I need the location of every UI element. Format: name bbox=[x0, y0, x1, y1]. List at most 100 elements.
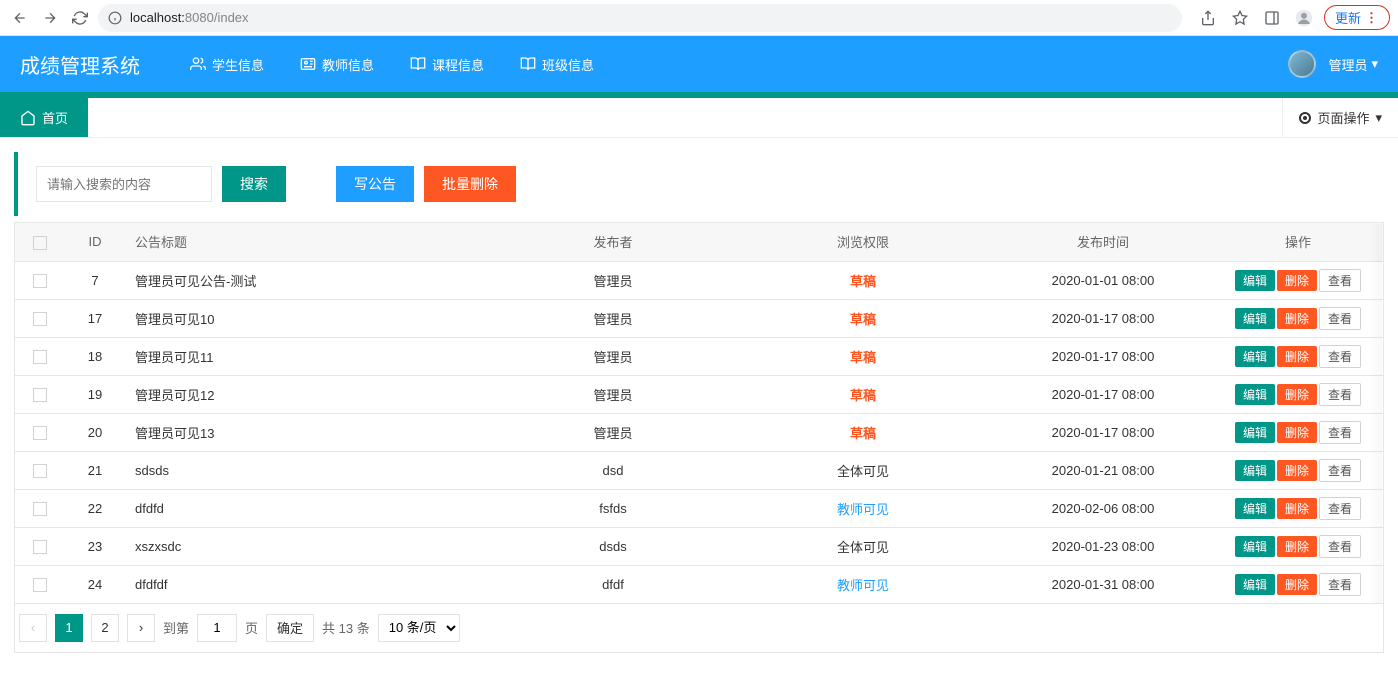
row-checkbox[interactable] bbox=[33, 312, 47, 326]
page-size-select[interactable]: 10 条/页 bbox=[378, 614, 460, 642]
delete-button[interactable]: 删除 bbox=[1277, 536, 1317, 557]
view-button[interactable]: 查看 bbox=[1319, 383, 1361, 406]
cell-actions: 编辑删除查看 bbox=[1213, 413, 1383, 451]
write-notice-button[interactable]: 写公告 bbox=[336, 166, 414, 202]
row-checkbox[interactable] bbox=[33, 464, 47, 478]
cell-time: 2020-01-17 08:00 bbox=[993, 375, 1213, 413]
th-id: ID bbox=[65, 223, 125, 261]
delete-button[interactable]: 删除 bbox=[1277, 308, 1317, 329]
page-1[interactable]: 1 bbox=[55, 614, 83, 642]
goto-input[interactable] bbox=[197, 614, 237, 642]
cell-actions: 编辑删除查看 bbox=[1213, 527, 1383, 565]
delete-button[interactable]: 删除 bbox=[1277, 422, 1317, 443]
cell-id: 7 bbox=[65, 261, 125, 299]
info-icon bbox=[108, 11, 122, 25]
home-icon bbox=[20, 110, 36, 126]
pagination: ‹ 1 2 › 到第 页 确定 共 13 条 10 条/页 bbox=[14, 604, 1384, 653]
view-button[interactable]: 查看 bbox=[1319, 573, 1361, 596]
search-input[interactable] bbox=[36, 166, 212, 202]
main-nav: 学生信息 教师信息 课程信息 班级信息 bbox=[190, 55, 594, 74]
panel-icon[interactable] bbox=[1260, 6, 1284, 30]
avatar[interactable] bbox=[1288, 50, 1316, 78]
cell-publisher: dsd bbox=[493, 451, 733, 489]
page-operations-dropdown[interactable]: 页面操作 ▾ bbox=[1282, 98, 1398, 137]
nav-teacher[interactable]: 教师信息 bbox=[300, 55, 374, 74]
cell-actions: 编辑删除查看 bbox=[1213, 489, 1383, 527]
row-checkbox[interactable] bbox=[33, 426, 47, 440]
th-title: 公告标题 bbox=[125, 223, 493, 261]
page-prev[interactable]: ‹ bbox=[19, 614, 47, 642]
app-header: 成绩管理系统 学生信息 教师信息 课程信息 班级信息 管理员 ▾ bbox=[0, 36, 1398, 92]
cell-actions: 编辑删除查看 bbox=[1213, 375, 1383, 413]
cell-title: dfdfd bbox=[125, 489, 493, 527]
search-button[interactable]: 搜索 bbox=[222, 166, 286, 202]
nav-student[interactable]: 学生信息 bbox=[190, 55, 264, 74]
cell-publisher: dsds bbox=[493, 527, 733, 565]
forward-icon[interactable] bbox=[38, 6, 62, 30]
view-button[interactable]: 查看 bbox=[1319, 307, 1361, 330]
row-checkbox[interactable] bbox=[33, 540, 47, 554]
back-icon[interactable] bbox=[8, 6, 32, 30]
row-checkbox[interactable] bbox=[33, 274, 47, 288]
page-2[interactable]: 2 bbox=[91, 614, 119, 642]
view-button[interactable]: 查看 bbox=[1319, 269, 1361, 292]
nav-course[interactable]: 课程信息 bbox=[410, 55, 484, 74]
edit-button[interactable]: 编辑 bbox=[1235, 384, 1275, 405]
page-next[interactable]: › bbox=[127, 614, 155, 642]
delete-button[interactable]: 删除 bbox=[1277, 384, 1317, 405]
cell-time: 2020-01-31 08:00 bbox=[993, 565, 1213, 603]
table-row: 17管理员可见10管理员草稿2020-01-17 08:00编辑删除查看 bbox=[15, 299, 1383, 337]
cell-actions: 编辑删除查看 bbox=[1213, 337, 1383, 375]
cell-id: 24 bbox=[65, 565, 125, 603]
data-table: ID 公告标题 发布者 浏览权限 发布时间 操作 7管理员可见公告-测试管理员草… bbox=[14, 222, 1384, 604]
cell-publisher: fsfds bbox=[493, 489, 733, 527]
row-checkbox[interactable] bbox=[33, 502, 47, 516]
th-action: 操作 bbox=[1213, 223, 1383, 261]
view-button[interactable]: 查看 bbox=[1319, 459, 1361, 482]
scrollbar[interactable] bbox=[1368, 224, 1382, 603]
edit-button[interactable]: 编辑 bbox=[1235, 346, 1275, 367]
view-button[interactable]: 查看 bbox=[1319, 421, 1361, 444]
profile-icon[interactable] bbox=[1292, 6, 1316, 30]
tab-home[interactable]: 首页 bbox=[0, 98, 88, 137]
cell-publisher: 管理员 bbox=[493, 261, 733, 299]
checkbox-all[interactable] bbox=[33, 236, 47, 250]
row-checkbox[interactable] bbox=[33, 388, 47, 402]
browser-toolbar: localhost:8080/index 更新⋮ bbox=[0, 0, 1398, 36]
edit-button[interactable]: 编辑 bbox=[1235, 422, 1275, 443]
users-icon bbox=[190, 56, 206, 72]
cell-permission: 草稿 bbox=[733, 299, 993, 337]
view-button[interactable]: 查看 bbox=[1319, 497, 1361, 520]
nav-class[interactable]: 班级信息 bbox=[520, 55, 594, 74]
edit-button[interactable]: 编辑 bbox=[1235, 308, 1275, 329]
delete-button[interactable]: 删除 bbox=[1277, 346, 1317, 367]
batch-delete-button[interactable]: 批量删除 bbox=[424, 166, 516, 202]
bookmark-icon[interactable] bbox=[1228, 6, 1252, 30]
edit-button[interactable]: 编辑 bbox=[1235, 460, 1275, 481]
row-checkbox[interactable] bbox=[33, 578, 47, 592]
cell-publisher: 管理员 bbox=[493, 375, 733, 413]
view-button[interactable]: 查看 bbox=[1319, 345, 1361, 368]
edit-button[interactable]: 编辑 bbox=[1235, 270, 1275, 291]
delete-button[interactable]: 删除 bbox=[1277, 460, 1317, 481]
id-icon bbox=[300, 56, 316, 72]
cell-id: 19 bbox=[65, 375, 125, 413]
delete-button[interactable]: 删除 bbox=[1277, 498, 1317, 519]
edit-button[interactable]: 编辑 bbox=[1235, 574, 1275, 595]
edit-button[interactable]: 编辑 bbox=[1235, 536, 1275, 557]
goto-confirm-button[interactable]: 确定 bbox=[266, 614, 314, 642]
edit-button[interactable]: 编辑 bbox=[1235, 498, 1275, 519]
address-bar[interactable]: localhost:8080/index bbox=[98, 4, 1182, 32]
share-icon[interactable] bbox=[1196, 6, 1220, 30]
delete-button[interactable]: 删除 bbox=[1277, 270, 1317, 291]
cell-time: 2020-01-23 08:00 bbox=[993, 527, 1213, 565]
cell-permission: 草稿 bbox=[733, 413, 993, 451]
delete-button[interactable]: 删除 bbox=[1277, 574, 1317, 595]
radio-icon bbox=[1299, 112, 1311, 124]
user-dropdown[interactable]: 管理员 ▾ bbox=[1328, 55, 1378, 74]
browser-update-button[interactable]: 更新⋮ bbox=[1324, 5, 1390, 30]
view-button[interactable]: 查看 bbox=[1319, 535, 1361, 558]
row-checkbox[interactable] bbox=[33, 350, 47, 364]
reload-icon[interactable] bbox=[68, 6, 92, 30]
cell-actions: 编辑删除查看 bbox=[1213, 565, 1383, 603]
